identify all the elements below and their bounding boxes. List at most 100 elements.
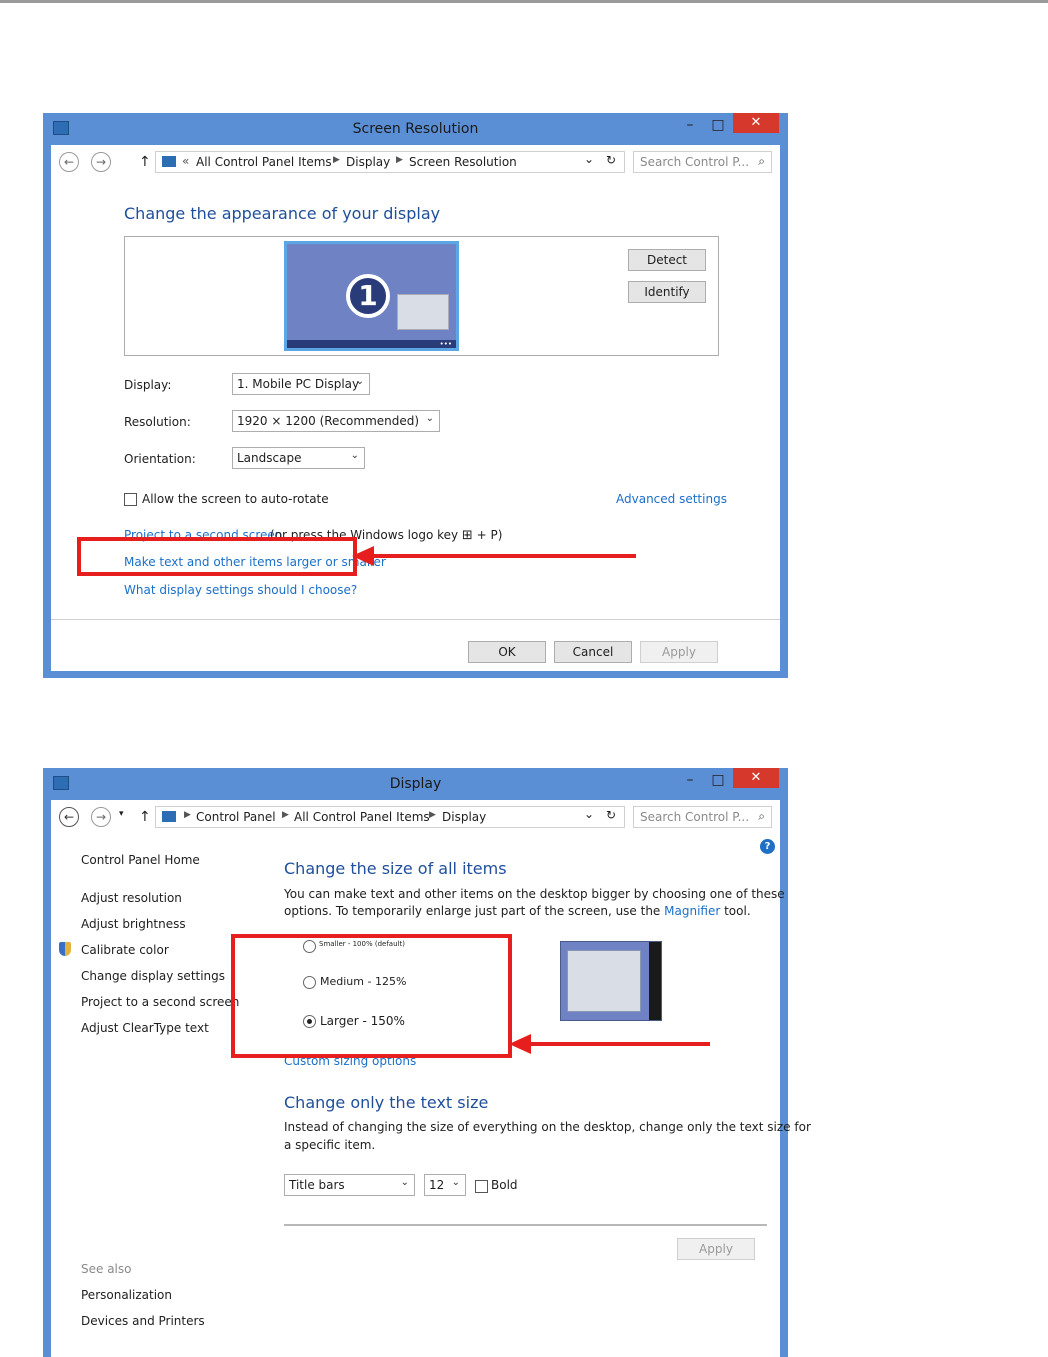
see-also-personalization-link[interactable]: Personalization xyxy=(81,1288,172,1302)
footer-divider xyxy=(51,619,780,620)
preview-window xyxy=(567,950,641,1012)
apply-button[interactable]: Apply xyxy=(640,641,718,663)
annotation-arrowhead xyxy=(352,546,374,566)
search-icon: ⌕ xyxy=(758,154,765,168)
back-button[interactable]: ← xyxy=(59,807,79,827)
back-button[interactable]: ← xyxy=(59,152,79,172)
chevron-right-icon: ▶ xyxy=(396,155,403,165)
help-icon[interactable]: ? xyxy=(760,839,775,854)
close-button[interactable]: ✕ xyxy=(733,768,779,788)
title-bar[interactable]: Display – □ ✕ xyxy=(43,768,788,800)
help-glyph: ? xyxy=(764,841,771,852)
annotation-arrowhead xyxy=(509,1034,531,1054)
text-item-select-value: Title bars xyxy=(289,1178,345,1192)
chevron-down-icon: ⌄ xyxy=(451,1177,460,1188)
size-description-b: tool. xyxy=(720,904,751,918)
annotation-arrow-shaft xyxy=(370,554,636,558)
sidebar-item-calibrate-color[interactable]: Calibrate color xyxy=(81,943,169,957)
display-settings-help-link[interactable]: What display settings should I choose? xyxy=(124,583,357,597)
window-client-area: ← → ▾ ↑ ▶ Control Panel ▶ All Control Pa… xyxy=(51,800,811,1357)
search-input[interactable]: Search Control P... ⌕ xyxy=(633,151,772,173)
search-input[interactable]: Search Control P... ⌕ xyxy=(633,806,772,828)
refresh-icon[interactable]: ↻ xyxy=(606,808,616,822)
window-title: Display xyxy=(389,776,442,792)
sidebar-item-change-display-settings[interactable]: Change display settings xyxy=(81,969,225,983)
ok-button[interactable]: OK xyxy=(468,641,546,663)
size-preview-image xyxy=(560,941,662,1021)
text-item-select[interactable]: Title bars ⌄ xyxy=(284,1174,415,1196)
text-size-description-line-1: Instead of changing the size of everythi… xyxy=(284,1120,811,1134)
minimize-button[interactable]: – xyxy=(681,117,699,135)
detect-button[interactable]: Detect xyxy=(628,249,706,271)
sidebar-item-adjust-resolution[interactable]: Adjust resolution xyxy=(81,891,182,905)
breadcrumb-item[interactable]: Screen Resolution xyxy=(409,155,517,169)
close-button[interactable]: ✕ xyxy=(733,113,779,133)
recent-pages-button[interactable]: ▾ xyxy=(119,809,124,819)
monitor-dots: ••• xyxy=(439,340,452,348)
bold-checkbox[interactable] xyxy=(475,1180,488,1193)
highlight-box xyxy=(77,537,357,576)
highlight-box xyxy=(231,934,512,1058)
section-divider xyxy=(284,1224,767,1226)
breadcrumb-item[interactable]: All Control Panel Items xyxy=(196,155,332,169)
up-button[interactable]: ↑ xyxy=(139,154,151,170)
address-dropdown-icon[interactable]: ⌄ xyxy=(584,152,594,166)
breadcrumb-item[interactable]: Control Panel xyxy=(196,810,276,824)
breadcrumb-item[interactable]: Display xyxy=(442,810,486,824)
magnifier-link[interactable]: Magnifier xyxy=(664,904,720,918)
chevron-right-icon: ▶ xyxy=(184,810,191,820)
size-description-a: options. To temporarily enlarge just par… xyxy=(284,904,665,918)
resolution-select[interactable]: 1920 × 1200 (Recommended) ⌄ xyxy=(232,410,440,432)
search-placeholder: Search Control P... xyxy=(640,155,750,169)
text-size-heading: Change only the text size xyxy=(284,1093,489,1112)
page-heading: Change the appearance of your display xyxy=(124,204,441,223)
title-bar[interactable]: Screen Resolution – □ ✕ xyxy=(43,113,788,145)
orientation-select[interactable]: Landscape ⌄ xyxy=(232,447,365,469)
display-select-value: 1. Mobile PC Display xyxy=(237,377,360,391)
breadcrumb-item[interactable]: All Control Panel Items xyxy=(294,810,430,824)
breadcrumb-item[interactable]: Display xyxy=(346,155,390,169)
monitor-arrangement-panel: 1 ••• Detect Identify xyxy=(124,236,719,356)
resolution-label: Resolution: xyxy=(124,415,191,429)
forward-button[interactable]: → xyxy=(91,807,111,827)
sidebar-home-link[interactable]: Control Panel Home xyxy=(81,853,200,867)
advanced-settings-link[interactable]: Advanced settings xyxy=(616,492,727,506)
breadcrumb[interactable]: « All Control Panel Items ▶ Display ▶ Sc… xyxy=(155,151,625,173)
address-bar: ← → ▾ ↑ ▶ Control Panel ▶ All Control Pa… xyxy=(51,803,780,833)
chevron-down-icon: ⌄ xyxy=(400,1177,409,1188)
up-button[interactable]: ↑ xyxy=(139,809,151,825)
search-icon: ⌕ xyxy=(758,809,765,823)
autorotate-checkbox[interactable] xyxy=(124,493,137,506)
minimize-button[interactable]: – xyxy=(681,772,699,790)
chevron-down-icon: ⌄ xyxy=(350,450,359,461)
see-also-devices-printers-link[interactable]: Devices and Printers xyxy=(81,1314,205,1328)
breadcrumb-overflow[interactable]: « xyxy=(182,154,189,168)
preview-taskbar xyxy=(649,942,661,1020)
refresh-icon[interactable]: ↻ xyxy=(606,153,616,167)
sidebar-item-adjust-cleartype[interactable]: Adjust ClearType text xyxy=(81,1021,209,1035)
maximize-button[interactable]: □ xyxy=(709,117,727,135)
chevron-down-icon: ⌄ xyxy=(425,413,434,424)
monitor-grid-icon xyxy=(397,294,449,330)
sidebar-item-project-second-screen[interactable]: Project to a second screen xyxy=(81,995,239,1009)
monitor-number-badge: 1 xyxy=(346,274,390,318)
breadcrumb[interactable]: ▶ Control Panel ▶ All Control Panel Item… xyxy=(155,806,625,828)
window-title: Screen Resolution xyxy=(352,121,479,137)
resolution-select-value: 1920 × 1200 (Recommended) xyxy=(237,414,420,428)
address-dropdown-icon[interactable]: ⌄ xyxy=(584,807,594,821)
windows-logo-icon: ⊞ xyxy=(461,528,473,543)
display-label: Display: xyxy=(124,378,172,392)
location-icon xyxy=(162,811,176,822)
identify-button[interactable]: Identify xyxy=(628,281,706,303)
text-size-select[interactable]: 12 ⌄ xyxy=(424,1174,466,1196)
size-heading: Change the size of all items xyxy=(284,859,507,878)
cancel-button[interactable]: Cancel xyxy=(554,641,632,663)
forward-button[interactable]: → xyxy=(91,152,111,172)
address-bar: ← → ↑ « All Control Panel Items ▶ Displa… xyxy=(51,148,780,178)
monitor-1-tile[interactable]: 1 ••• xyxy=(284,241,459,351)
sidebar-item-adjust-brightness[interactable]: Adjust brightness xyxy=(81,917,186,931)
shield-icon xyxy=(59,942,71,956)
display-select[interactable]: 1. Mobile PC Display ⌄ xyxy=(232,373,370,395)
maximize-button[interactable]: □ xyxy=(709,772,727,790)
apply-button[interactable]: Apply xyxy=(677,1238,755,1260)
